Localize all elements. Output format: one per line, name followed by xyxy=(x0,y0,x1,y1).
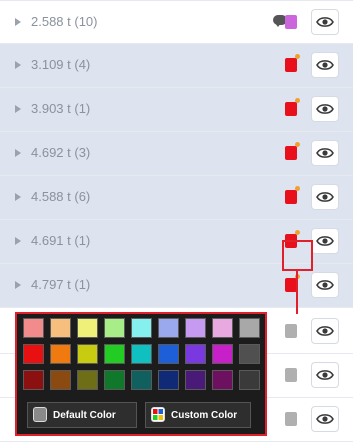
palette-color-cell[interactable] xyxy=(239,370,260,390)
palette-color-cell[interactable] xyxy=(185,344,206,364)
color-swatch[interactable] xyxy=(285,142,300,160)
palette-color-cell[interactable] xyxy=(131,344,152,364)
layer-label: 4.588 t (6) xyxy=(31,189,91,204)
palette-color-cell[interactable] xyxy=(77,344,98,364)
layer-label: 3.903 t (1) xyxy=(31,101,91,116)
visibility-eye-icon[interactable] xyxy=(311,52,339,78)
palette-color-cell[interactable] xyxy=(212,370,233,390)
palette-color-cell[interactable] xyxy=(158,318,179,338)
palette-color-cell[interactable] xyxy=(212,344,233,364)
custom-color-label: Custom Color xyxy=(171,410,238,421)
palette-color-cell[interactable] xyxy=(158,344,179,364)
color-picker-popup: Default Color Custom Color xyxy=(15,312,267,436)
palette-color-cell[interactable] xyxy=(185,370,206,390)
custom-color-icon xyxy=(151,407,165,422)
palette-color-cell[interactable] xyxy=(23,318,44,338)
color-swatch[interactable] xyxy=(285,324,297,338)
layer-label: 4.797 t (1) xyxy=(31,277,91,292)
default-color-icon xyxy=(33,407,47,422)
layer-label: 4.692 t (3) xyxy=(31,145,91,160)
visibility-eye-icon[interactable] xyxy=(311,184,339,210)
palette-color-cell[interactable] xyxy=(185,318,206,338)
color-swatch[interactable] xyxy=(285,412,297,426)
expand-triangle-icon[interactable] xyxy=(15,193,21,201)
layer-row[interactable]: 3.903 t (1) xyxy=(0,88,353,132)
color-swatch[interactable] xyxy=(285,98,300,116)
layer-row[interactable]: 3.109 t (4) xyxy=(0,44,353,88)
expand-triangle-icon[interactable] xyxy=(15,149,21,157)
expand-triangle-icon[interactable] xyxy=(15,18,21,26)
palette-color-cell[interactable] xyxy=(104,318,125,338)
palette-color-cell[interactable] xyxy=(239,318,260,338)
palette-color-cell[interactable] xyxy=(131,318,152,338)
color-swatch[interactable] xyxy=(285,54,300,72)
palette-color-cell[interactable] xyxy=(23,344,44,364)
active-swatch-highlight xyxy=(282,240,313,271)
visibility-eye-icon[interactable] xyxy=(311,228,339,254)
layer-row[interactable]: 4.692 t (3) xyxy=(0,132,353,176)
palette-color-cell[interactable] xyxy=(212,318,233,338)
layer-label: 2.588 t (10) xyxy=(31,14,98,29)
palette-color-cell[interactable] xyxy=(104,370,125,390)
palette-color-cell[interactable] xyxy=(50,370,71,390)
visibility-eye-icon[interactable] xyxy=(311,318,339,344)
color-swatch[interactable] xyxy=(285,368,297,382)
modified-dot-icon xyxy=(295,54,300,59)
palette-color-cell[interactable] xyxy=(50,344,71,364)
expand-triangle-icon[interactable] xyxy=(15,61,21,69)
palette-color-cell[interactable] xyxy=(77,318,98,338)
layer-label: 3.109 t (4) xyxy=(31,57,91,72)
palette-color-cell[interactable] xyxy=(23,370,44,390)
color-swatch[interactable] xyxy=(285,15,297,29)
custom-color-button[interactable]: Custom Color xyxy=(145,402,251,428)
visibility-eye-icon[interactable] xyxy=(311,96,339,122)
modified-dot-icon xyxy=(295,230,300,235)
palette-color-cell[interactable] xyxy=(50,318,71,338)
palette-color-cell[interactable] xyxy=(158,370,179,390)
expand-triangle-icon[interactable] xyxy=(15,281,21,289)
default-color-button[interactable]: Default Color xyxy=(27,402,137,428)
modified-dot-icon xyxy=(295,98,300,103)
layer-row[interactable]: 4.588 t (6) xyxy=(0,176,353,220)
color-swatch[interactable] xyxy=(285,186,300,204)
layer-label: 4.691 t (1) xyxy=(31,233,91,248)
palette-color-cell[interactable] xyxy=(239,344,260,364)
visibility-eye-icon[interactable] xyxy=(311,362,339,388)
palette-color-cell[interactable] xyxy=(104,344,125,364)
expand-triangle-icon[interactable] xyxy=(15,105,21,113)
expand-triangle-icon[interactable] xyxy=(15,237,21,245)
modified-dot-icon xyxy=(295,186,300,191)
highlight-connector xyxy=(296,271,298,314)
default-color-label: Default Color xyxy=(53,410,116,421)
visibility-eye-icon[interactable] xyxy=(311,272,339,298)
visibility-eye-icon[interactable] xyxy=(311,140,339,166)
layer-row[interactable]: 2.588 t (10)1 xyxy=(0,0,353,44)
palette-color-cell[interactable] xyxy=(77,370,98,390)
palette-color-cell[interactable] xyxy=(131,370,152,390)
visibility-eye-icon[interactable] xyxy=(311,406,339,432)
visibility-eye-icon[interactable] xyxy=(311,9,339,35)
modified-dot-icon xyxy=(295,142,300,147)
